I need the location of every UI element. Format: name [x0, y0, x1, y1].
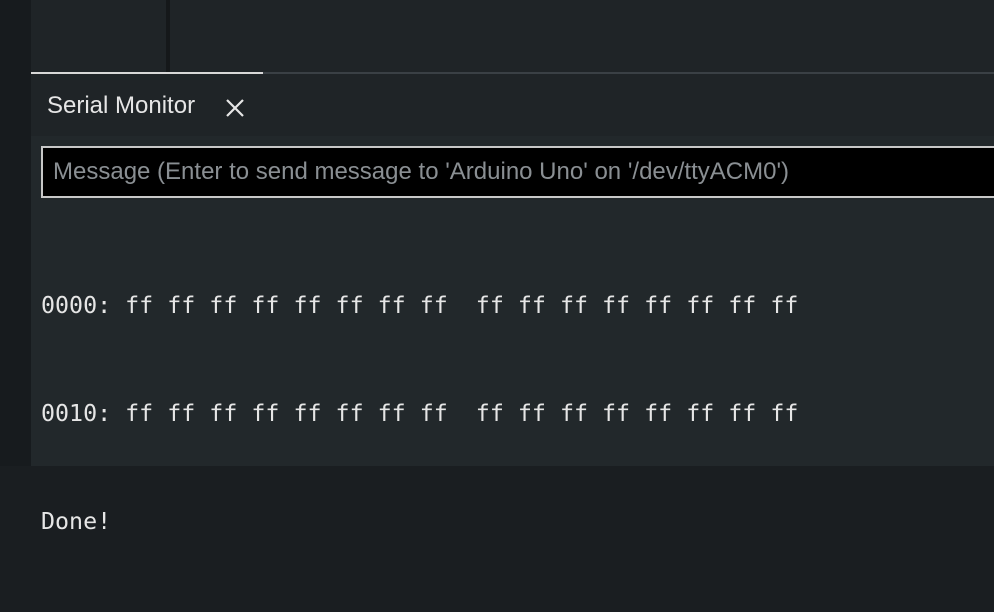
active-tab-indicator	[31, 72, 263, 74]
serial-output: 0000: ff ff ff ff ff ff ff ff ff ff ff f…	[41, 216, 981, 612]
tab-serial-monitor[interactable]: Serial Monitor	[31, 74, 263, 136]
editor-split-divider[interactable]	[166, 0, 170, 73]
output-line: 0010: ff ff ff ff ff ff ff ff ff ff ff f…	[41, 400, 799, 427]
output-line: Done!	[41, 508, 112, 535]
serial-monitor-panel: 0000: ff ff ff ff ff ff ff ff ff ff ff f…	[31, 136, 994, 535]
message-input[interactable]	[41, 146, 994, 198]
output-line: 0000: ff ff ff ff ff ff ff ff ff ff ff f…	[41, 292, 799, 319]
panel-tab-bar: Serial Monitor	[31, 74, 994, 136]
activity-bar	[0, 0, 31, 466]
tab-label: Serial Monitor	[47, 92, 196, 119]
close-icon[interactable]	[223, 96, 247, 120]
editor-area	[31, 0, 994, 73]
